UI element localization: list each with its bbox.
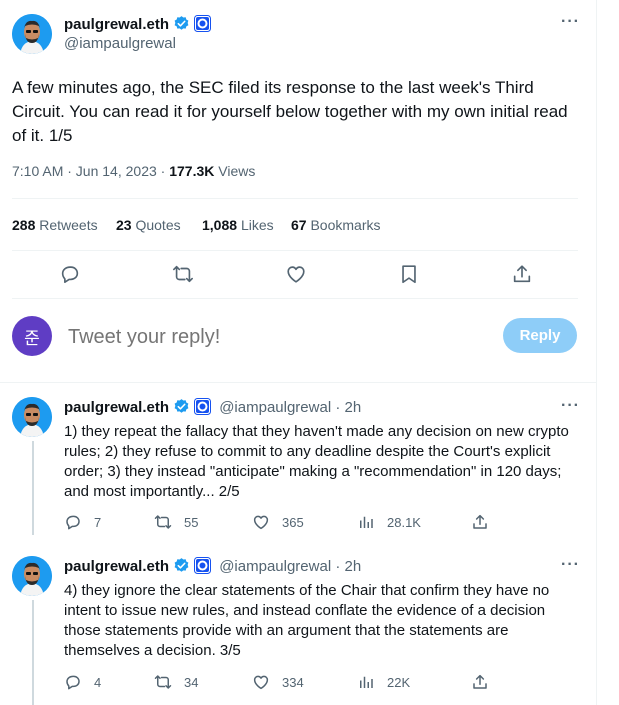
reply-text: 1) they repeat the fallacy that they hav…	[64, 423, 569, 500]
reply-header: paulgrewal.eth @iampaulgrewal · 2h	[64, 557, 361, 580]
retweet-icon[interactable]	[172, 263, 194, 285]
likes-stat[interactable]: 1,088 Likes	[202, 217, 274, 233]
reply-header: paulgrewal.eth @iampaulgrewal · 2h	[64, 398, 361, 421]
user-avatar[interactable]: 준	[12, 316, 52, 356]
tweet-column: paulgrewal.eth @iampaulgrewal ··· A few …	[0, 0, 597, 705]
like-action[interactable]: 365	[252, 513, 304, 531]
reply-author-name[interactable]: paulgrewal.eth	[64, 558, 169, 575]
divider	[12, 250, 578, 251]
affiliate-badge-icon[interactable]	[194, 398, 212, 421]
author-name[interactable]: paulgrewal.eth	[64, 16, 169, 33]
views-count: 28.1K	[387, 514, 421, 530]
divider	[12, 298, 578, 299]
share-icon[interactable]	[471, 673, 501, 691]
bookmark-icon[interactable]	[398, 263, 420, 285]
like-action[interactable]: 334	[252, 673, 304, 691]
bookmarks-stat[interactable]: 67 Bookmarks	[291, 217, 381, 233]
tweet-timestamp[interactable]: 7:10 AM · Jun 14, 2023 ·	[12, 163, 165, 179]
views-count: 22K	[387, 674, 411, 690]
reply-action[interactable]: 7	[64, 513, 101, 531]
reply-author-handle[interactable]: @iampaulgrewal	[219, 399, 331, 416]
tweet-timestamp-row: 7:10 AM · Jun 14, 2023 · 177.3K Views	[12, 163, 255, 179]
views-count: 177.3K	[169, 163, 215, 179]
reply-action[interactable]: 4	[64, 673, 101, 691]
reply-count: 7	[94, 514, 102, 530]
retweets-stat[interactable]: 288 Retweets	[12, 217, 98, 233]
reply-author-handle[interactable]: @iampaulgrewal	[219, 558, 331, 575]
reply-text: 4) they ignore the clear statements of t…	[64, 582, 550, 659]
thread-connector	[32, 441, 34, 535]
affiliate-badge-icon[interactable]	[194, 15, 212, 38]
views-action[interactable]: 28.1K	[357, 513, 421, 531]
like-count: 365	[282, 514, 304, 530]
more-options-icon[interactable]: ···	[561, 13, 580, 31]
reply-time[interactable]: · 2h	[335, 558, 361, 575]
reply-icon[interactable]	[59, 263, 81, 285]
reply-input[interactable]	[66, 320, 490, 354]
quotes-stat[interactable]: 23 Quotes	[116, 217, 181, 233]
tweet-text: A few minutes ago, the SEC filed its res…	[12, 78, 568, 145]
views-action[interactable]: 22K	[357, 673, 410, 691]
divider	[0, 382, 596, 383]
more-options-icon[interactable]: ···	[561, 397, 580, 415]
reply-author-name[interactable]: paulgrewal.eth	[64, 399, 169, 416]
retweet-action[interactable]: 34	[154, 673, 198, 691]
author-handle[interactable]: @iampaulgrewal	[64, 35, 176, 52]
reply-count: 4	[94, 674, 102, 690]
divider	[12, 198, 578, 199]
reply-time[interactable]: · 2h	[335, 399, 361, 416]
share-icon[interactable]	[511, 263, 533, 285]
retweet-action[interactable]: 55	[154, 513, 198, 531]
views-label: Views	[218, 163, 256, 179]
thread-connector	[32, 600, 34, 705]
reply-button[interactable]: Reply	[503, 318, 577, 353]
retweet-count: 34	[184, 674, 199, 690]
retweet-count: 55	[184, 514, 199, 530]
like-icon[interactable]	[285, 263, 307, 285]
affiliate-badge-icon[interactable]	[194, 557, 212, 580]
like-count: 334	[282, 674, 304, 690]
more-options-icon[interactable]: ···	[561, 556, 580, 574]
reply-author-avatar[interactable]	[12, 397, 52, 437]
reply-author-avatar[interactable]	[12, 556, 52, 596]
share-icon[interactable]	[471, 513, 501, 531]
author-avatar[interactable]	[12, 14, 52, 54]
verified-badge-icon	[173, 557, 190, 580]
verified-badge-icon	[173, 398, 190, 421]
